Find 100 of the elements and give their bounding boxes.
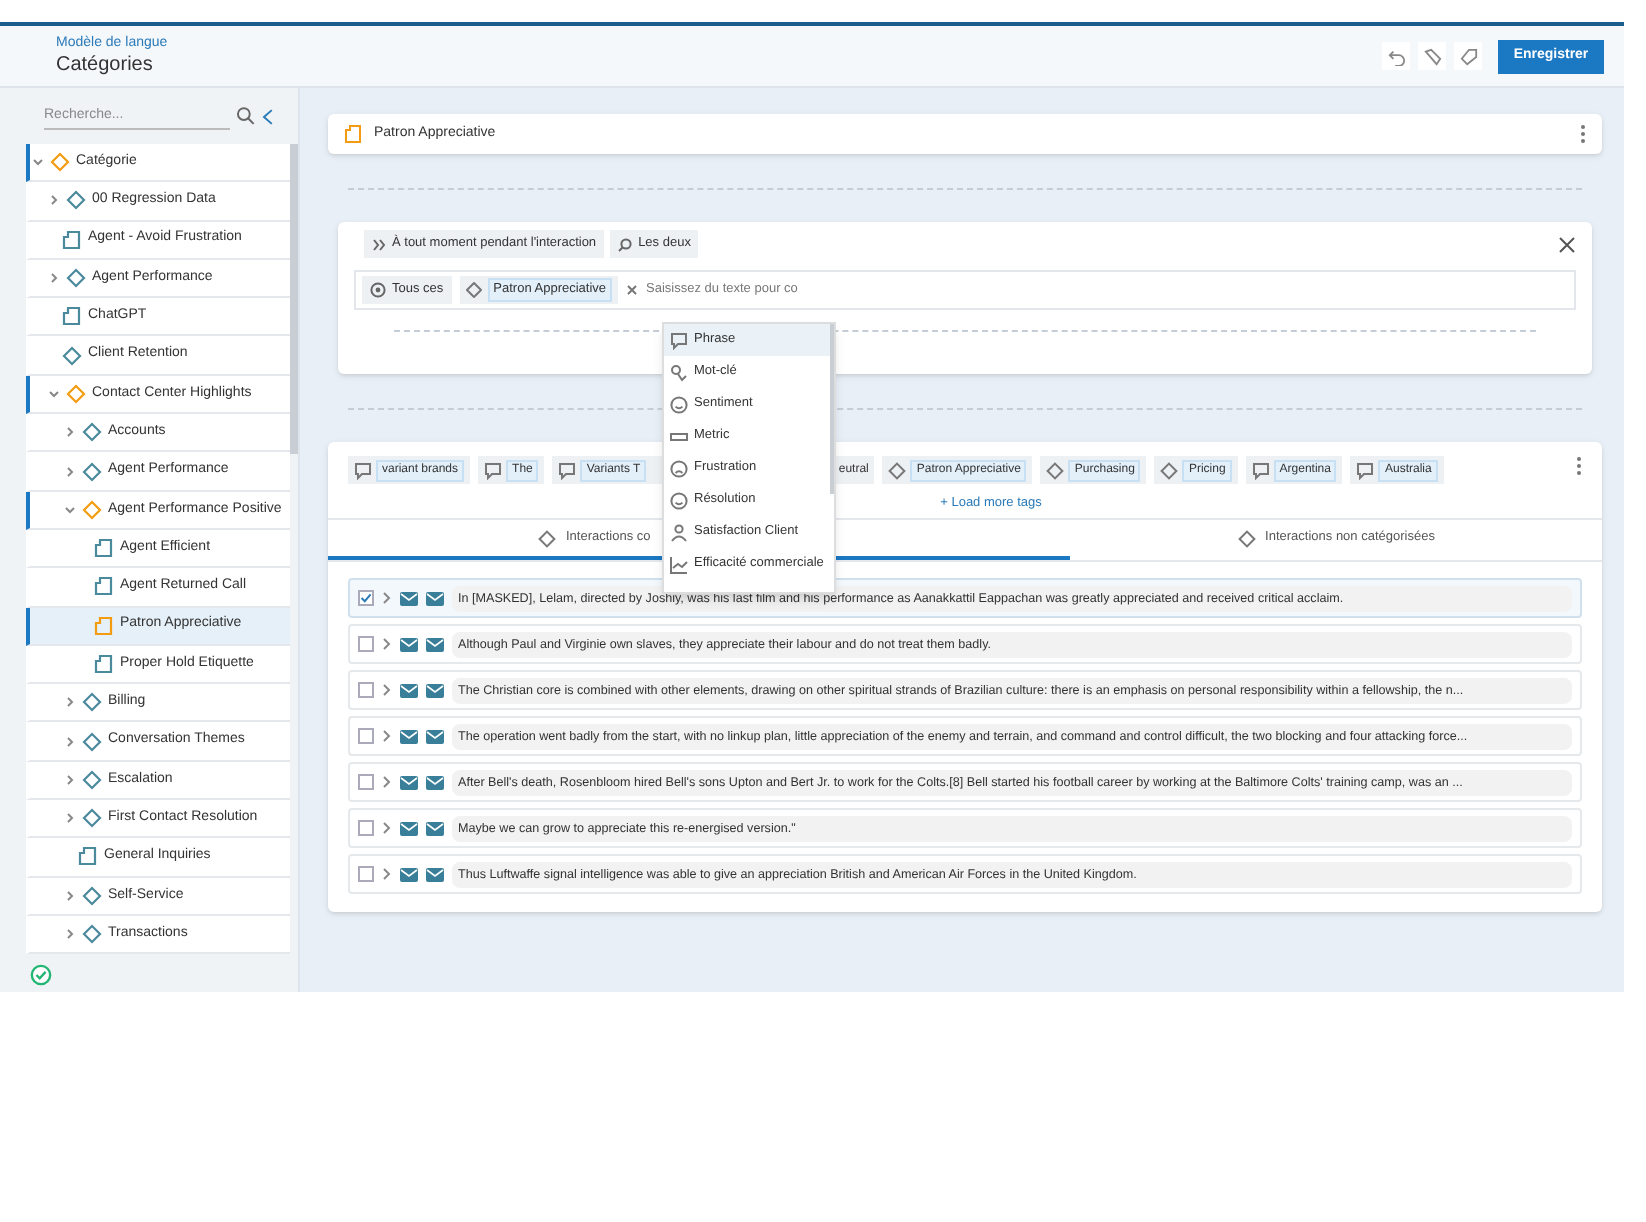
status-check-icon: [30, 964, 52, 986]
envelope-icon: [426, 683, 444, 697]
checkbox[interactable]: [358, 728, 374, 744]
undo-button[interactable]: [1382, 42, 1410, 70]
category-icon: [82, 422, 102, 443]
envelope-icon: [426, 775, 444, 789]
category-icon: [82, 769, 102, 790]
speech-bubble-icon: [354, 461, 372, 479]
chevron-right-icon[interactable]: [64, 426, 76, 439]
envelope-icon: [400, 591, 418, 605]
envelope-icon: [426, 867, 444, 881]
speech-bubble-icon: [1356, 461, 1375, 479]
chevron-down-icon[interactable]: [48, 387, 60, 400]
category-icon: [50, 152, 70, 173]
page-title: Catégories: [56, 52, 155, 78]
envelope-icon: [400, 775, 418, 789]
category-icon: [66, 268, 86, 289]
chevron-right-icon[interactable]: [64, 465, 76, 478]
chevron-right-icon[interactable]: [382, 730, 392, 742]
category-icon: [66, 190, 86, 211]
document-icon: [62, 229, 82, 250]
category-icon: [82, 692, 102, 713]
category-icon: [82, 924, 102, 945]
diamond-icon: [1046, 461, 1065, 479]
speech-bubble-icon: [670, 331, 688, 349]
diamond-icon: [888, 461, 907, 479]
document-icon: [94, 615, 114, 636]
diamond-icon: [465, 282, 482, 298]
speech-bubble-icon: [1251, 461, 1270, 479]
bar-icon: [670, 427, 688, 445]
tag-button[interactable]: [1454, 42, 1482, 70]
envelope-icon: [400, 683, 418, 697]
check-icon: [360, 592, 372, 604]
chevron-right-icon[interactable]: [382, 684, 392, 696]
envelope-icon: [426, 821, 444, 835]
smiley-icon: [670, 491, 688, 509]
diamond-icon: [1237, 529, 1256, 547]
checkbox[interactable]: [358, 866, 374, 882]
tag-icon: [1459, 47, 1477, 65]
chevron-right-icon[interactable]: [382, 638, 392, 650]
checkbox[interactable]: [358, 774, 374, 790]
chevron-right-icon[interactable]: [64, 889, 76, 902]
category-icon: [82, 885, 102, 906]
envelope-icon: [400, 867, 418, 881]
chevron-right-icon[interactable]: [48, 194, 60, 207]
category-icon: [82, 808, 102, 829]
undo-icon: [1387, 47, 1405, 65]
chevron-right-icon[interactable]: [64, 696, 76, 709]
category-icon: [62, 345, 82, 366]
smiley-icon: [670, 395, 688, 413]
speech-bubble-icon: [484, 461, 503, 479]
speech-bubble-icon: [558, 461, 577, 479]
document-icon: [62, 306, 82, 327]
diamond-icon: [538, 529, 556, 547]
checkbox[interactable]: [358, 590, 374, 606]
category-icon: [82, 461, 102, 482]
document-icon: [78, 846, 98, 867]
chevron-right-icon[interactable]: [48, 272, 60, 285]
envelope-icon: [426, 591, 444, 605]
person-icon: [670, 523, 688, 541]
envelope-icon: [426, 729, 444, 743]
more-icon[interactable]: [1576, 456, 1582, 476]
chevron-down-icon[interactable]: [64, 503, 76, 516]
remove-icon[interactable]: [626, 284, 639, 296]
key-icon: [670, 363, 688, 381]
search-icon: [618, 237, 633, 251]
checkbox[interactable]: [358, 820, 374, 836]
scrollbar[interactable]: [290, 144, 298, 454]
document-icon: [94, 538, 114, 559]
checkbox[interactable]: [358, 636, 374, 652]
brush-button[interactable]: [1418, 42, 1446, 70]
diamond-icon: [1160, 461, 1179, 479]
close-icon[interactable]: [1558, 235, 1576, 253]
document-icon: [344, 124, 364, 144]
chevron-right-icon[interactable]: [382, 592, 392, 604]
chevron-right-icon[interactable]: [382, 868, 392, 880]
category-icon: [82, 731, 102, 752]
chevron-right-icon[interactable]: [382, 822, 392, 834]
envelope-icon: [400, 637, 418, 651]
envelope-icon: [400, 821, 418, 835]
document-icon: [94, 654, 114, 674]
category-icon: [82, 499, 102, 520]
chevron-right-icon[interactable]: [64, 773, 76, 786]
category-icon: [66, 383, 86, 404]
double-chevron-icon: [372, 237, 386, 251]
chevron-right-icon[interactable]: [64, 735, 76, 748]
collapse-icon[interactable]: [262, 107, 274, 125]
line-chart-icon: [670, 555, 688, 573]
search-icon[interactable]: [236, 106, 257, 126]
more-icon[interactable]: [1580, 124, 1586, 144]
envelope-icon: [400, 729, 418, 743]
checkbox[interactable]: [358, 682, 374, 698]
document-icon: [94, 576, 114, 597]
chevron-right-icon[interactable]: [64, 812, 76, 825]
chevron-right-icon[interactable]: [382, 776, 392, 788]
chevron-down-icon[interactable]: [32, 156, 44, 169]
scrollbar[interactable]: [829, 324, 834, 494]
frown-icon: [670, 459, 688, 477]
envelope-icon: [426, 637, 444, 651]
chevron-right-icon[interactable]: [64, 928, 76, 941]
